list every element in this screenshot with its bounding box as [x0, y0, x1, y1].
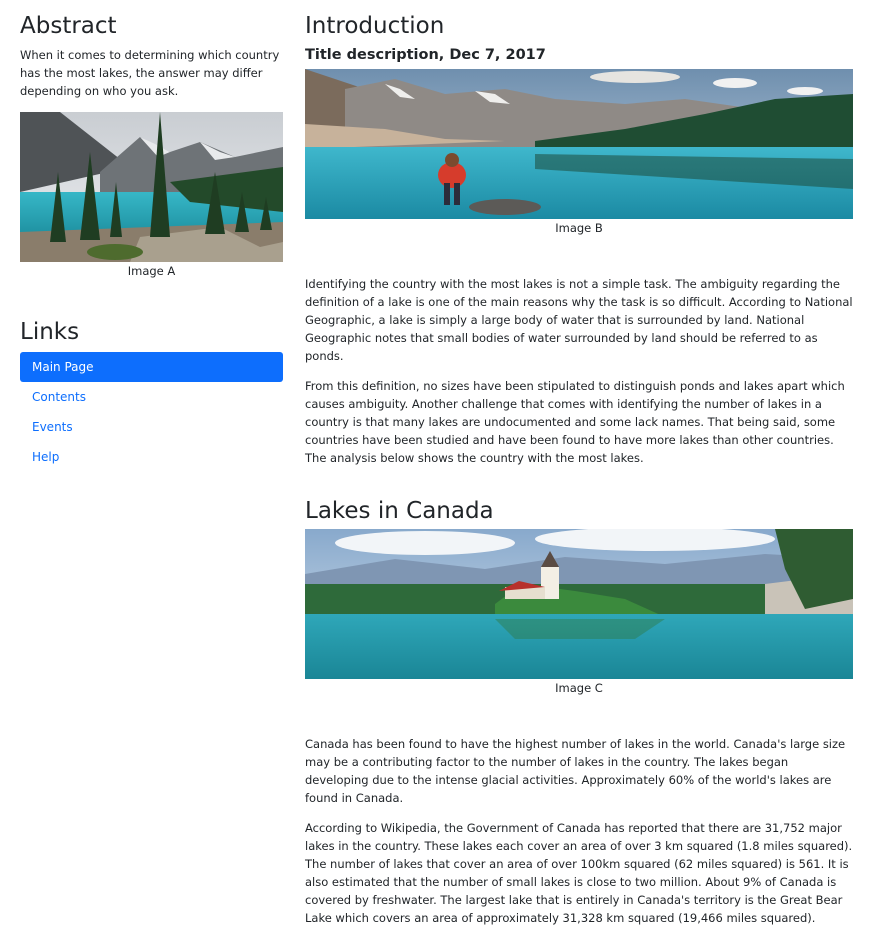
sidebar: Abstract When it comes to determining wh…	[20, 0, 283, 472]
intro-heading: Introduction	[305, 13, 445, 39]
image-b	[305, 69, 853, 219]
abstract-heading: Abstract	[20, 13, 117, 39]
canada-heading: Lakes in Canada	[305, 498, 494, 524]
intro-paragraph-2: From this definition, no sizes have been…	[305, 379, 845, 465]
links-heading: Links	[20, 319, 80, 345]
intro-paragraph-1: Identifying the country with the most la…	[305, 277, 853, 363]
image-c	[305, 529, 853, 679]
image-b-caption: Image B	[555, 221, 603, 235]
abstract-text: When it comes to determining which count…	[20, 48, 280, 98]
canada-paragraph-2: According to Wikipedia, the Government o…	[305, 821, 853, 925]
nav-link-help[interactable]: Help	[20, 442, 283, 472]
nav-link-contents[interactable]: Contents	[20, 382, 283, 412]
links-nav: Main Page Contents Events Help	[20, 352, 283, 472]
nav-link-main-page[interactable]: Main Page	[20, 352, 283, 382]
image-a	[20, 112, 283, 262]
image-c-caption: Image C	[555, 681, 603, 695]
nav-link-events[interactable]: Events	[20, 412, 283, 442]
image-a-caption: Image A	[127, 264, 176, 278]
main-content: Introduction Title description, Dec 7, 2…	[305, 0, 853, 927]
intro-subtitle: Title description, Dec 7, 2017	[305, 47, 546, 63]
canada-paragraph-1: Canada has been found to have the highes…	[305, 737, 846, 805]
